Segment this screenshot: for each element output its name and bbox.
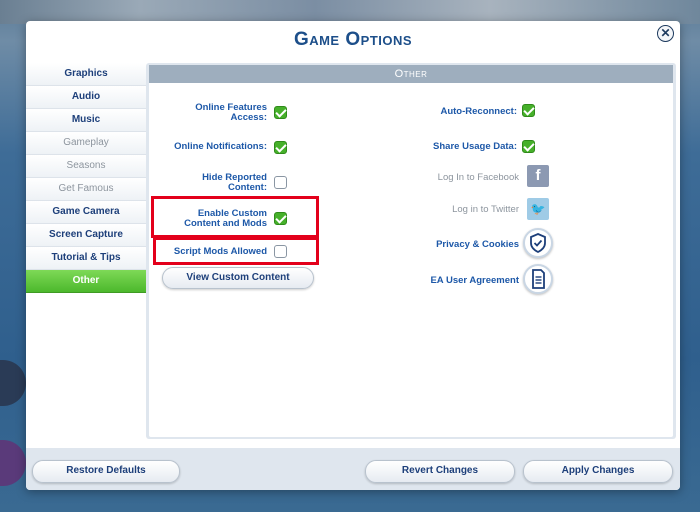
sidebar-item-audio[interactable]: Audio	[26, 86, 146, 109]
online-notifications-label: Online Notifications:	[174, 141, 267, 152]
sidebar-item-seasons: Seasons	[26, 155, 146, 178]
panel-header: Other	[149, 65, 673, 83]
sidebar-item-screen-capture[interactable]: Screen Capture	[26, 224, 146, 247]
background-ui-fragment	[0, 440, 26, 486]
dialog-title: Game Options	[293, 29, 413, 50]
document-icon[interactable]	[523, 264, 553, 294]
highlight-box	[151, 196, 319, 238]
online-features-checkbox[interactable]	[274, 106, 287, 119]
sidebar-item-music[interactable]: Music	[26, 109, 146, 132]
online-features-label: Online Features Access:	[195, 102, 267, 123]
view-custom-content-button[interactable]: View Custom Content	[162, 267, 314, 289]
sidebar-item-gameplay: Gameplay	[26, 132, 146, 155]
share-usage-label: Share Usage Data:	[433, 141, 517, 152]
auto-reconnect-label: Auto-Reconnect:	[440, 106, 517, 117]
ea-user-agreement-label[interactable]: EA User Agreement	[379, 276, 519, 286]
apply-changes-button[interactable]: Apply Changes	[523, 460, 673, 483]
revert-changes-button[interactable]: Revert Changes	[365, 460, 515, 483]
dialog-footer: Restore Defaults Revert Changes Apply Ch…	[26, 448, 680, 490]
hide-reported-label: Hide Reported Content:	[202, 172, 267, 193]
share-usage-checkbox[interactable]	[522, 140, 535, 153]
twitter-icon[interactable]: 🐦	[527, 198, 549, 220]
sidebar: Graphics Audio Music Gameplay Seasons Ge…	[26, 63, 146, 293]
online-notifications-checkbox[interactable]	[274, 141, 287, 154]
restore-defaults-button[interactable]: Restore Defaults	[32, 460, 180, 483]
twitter-login-label: Log in to Twitter	[452, 204, 519, 215]
sidebar-item-graphics[interactable]: Graphics	[26, 63, 146, 86]
close-icon[interactable]: ✕	[657, 25, 674, 42]
highlight-box	[153, 237, 319, 265]
sidebar-item-tutorial-tips[interactable]: Tutorial & Tips	[26, 247, 146, 270]
facebook-icon[interactable]: f	[527, 165, 549, 187]
background-ui-fragment	[0, 360, 26, 406]
privacy-shield-icon[interactable]	[523, 228, 553, 258]
hide-reported-checkbox[interactable]	[274, 176, 287, 189]
sidebar-item-get-famous: Get Famous	[26, 178, 146, 201]
game-options-dialog: Game Options ✕ Graphics Audio Music Game…	[26, 21, 680, 490]
sidebar-item-game-camera[interactable]: Game Camera	[26, 201, 146, 224]
sidebar-item-other[interactable]: Other	[26, 270, 146, 293]
auto-reconnect-checkbox[interactable]	[522, 104, 535, 117]
privacy-cookies-label[interactable]: Privacy & Cookies	[379, 240, 519, 250]
facebook-login-label: Log In to Facebook	[437, 172, 519, 183]
